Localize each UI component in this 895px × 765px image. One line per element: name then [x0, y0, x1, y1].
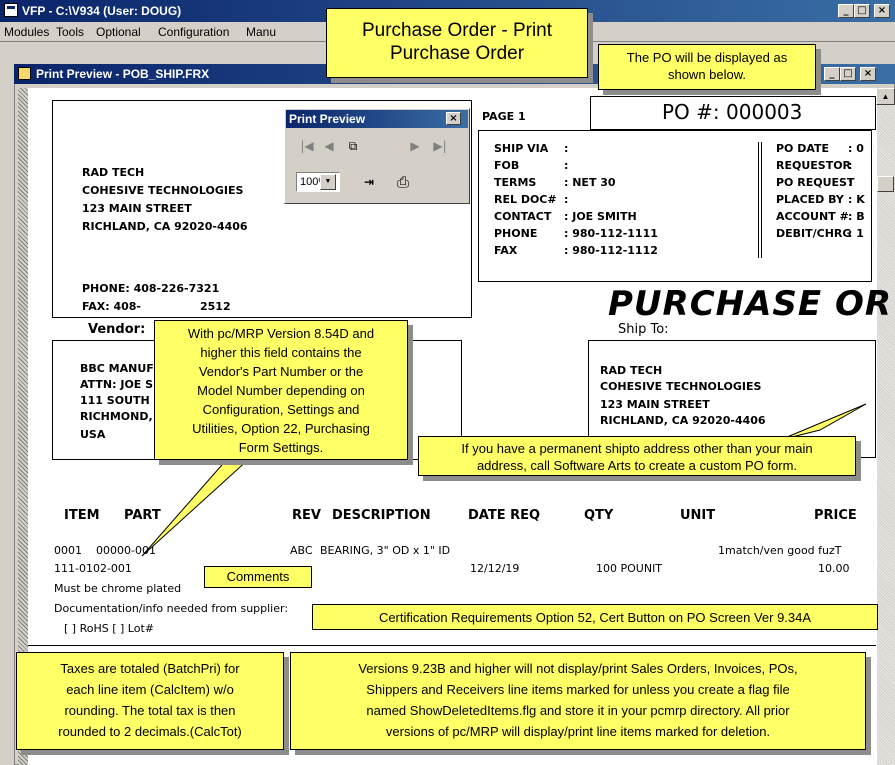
taxes-callout: Taxes are totaled (BatchPri) for each li… — [16, 652, 284, 750]
cert-callout: Certification Requirements Option 52, Ce… — [312, 604, 878, 630]
versions-callout: Versions 9.23B and higher will not displ… — [290, 652, 866, 750]
title-callout: Purchase Order - Print Purchase Order — [326, 8, 588, 78]
displayed-callout: The PO will be displayed as shown below. — [598, 44, 816, 90]
vendor-part-callout: With pc/MRP Version 8.54D and higher thi… — [154, 320, 408, 460]
comments-callout: Comments — [204, 566, 312, 588]
callout-pointers — [141, 403, 867, 557]
shipto-callout: If you have a permanent shipto address o… — [418, 436, 856, 476]
